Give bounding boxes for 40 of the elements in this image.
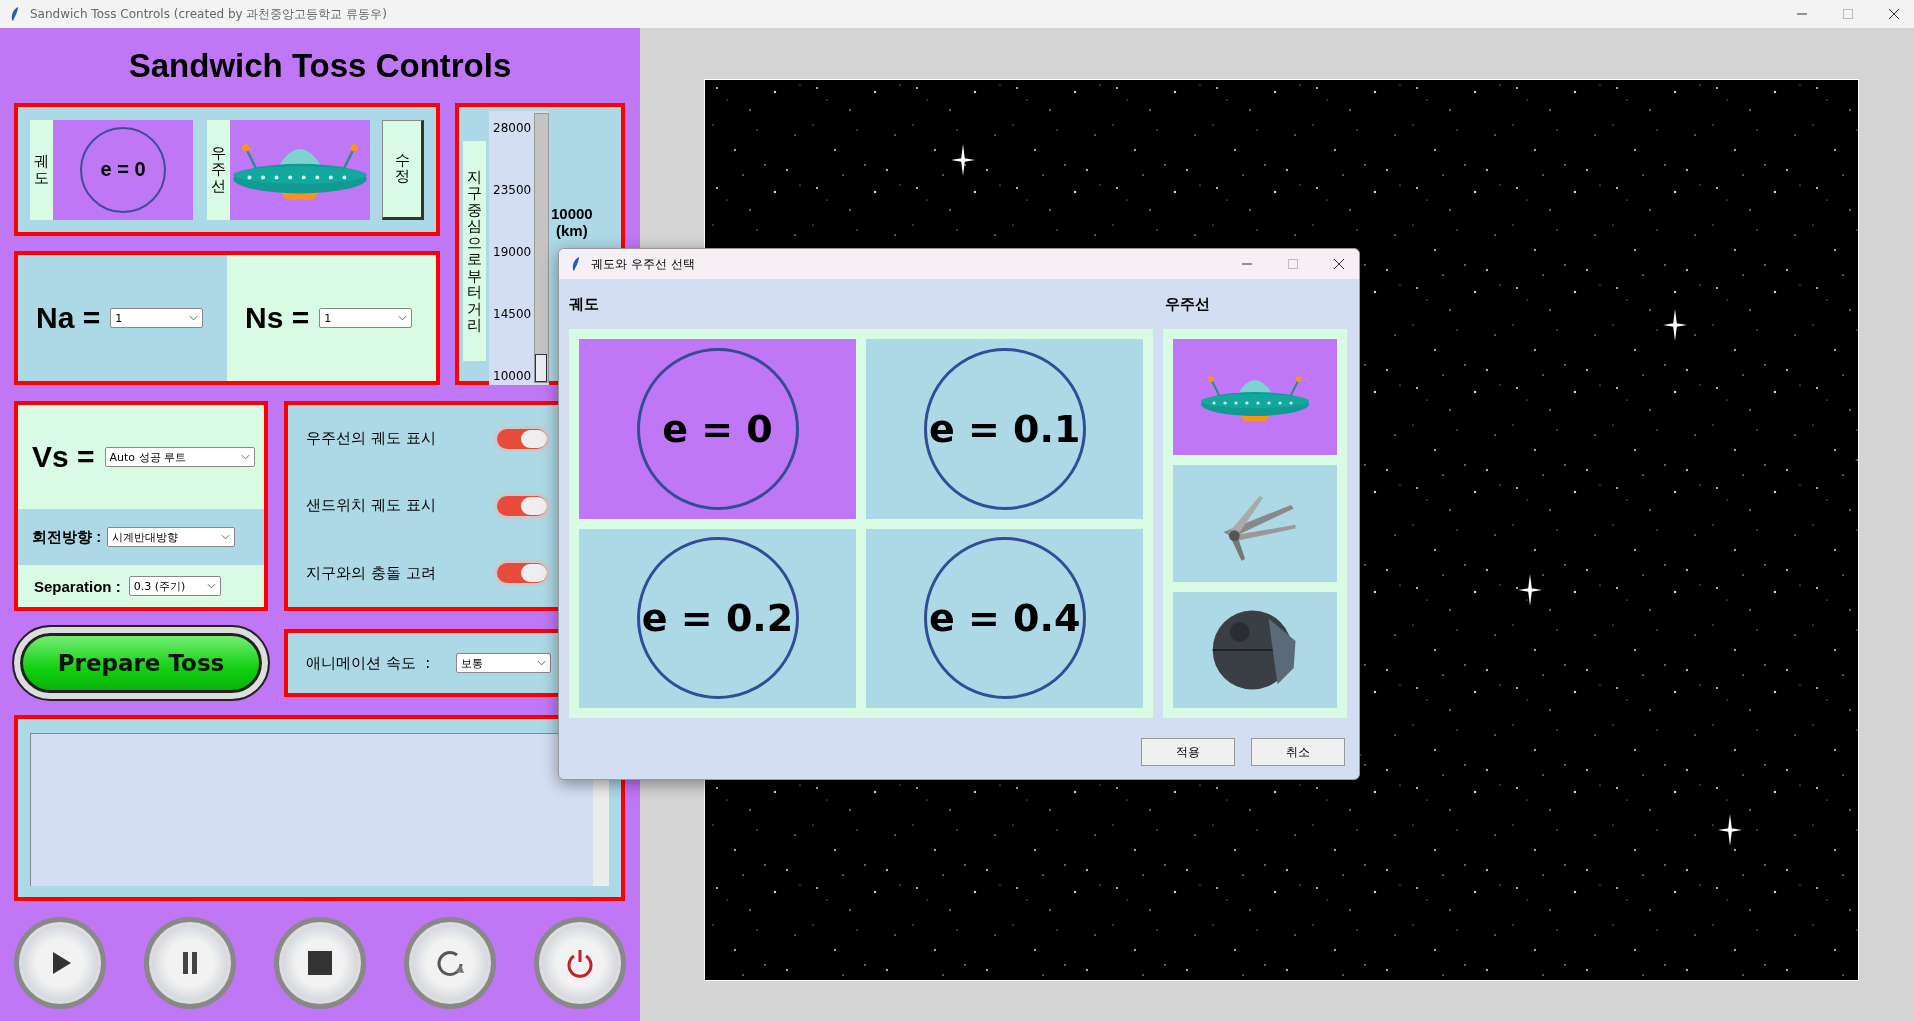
distance-unit: (km) <box>556 222 588 239</box>
ship-heading: 우주선 <box>1165 294 1210 314</box>
prepare-button[interactable]: Prepare Toss <box>14 627 268 699</box>
orbit-option[interactable]: e = 0.4 <box>866 528 1144 708</box>
speed-label: 애니메이션 속도 : <box>306 653 432 673</box>
tick-label: 23500 <box>493 183 532 197</box>
orbit-label: 궤도 <box>30 119 53 220</box>
separation-label: Separation : <box>34 577 121 595</box>
count-label: Ns = <box>245 301 310 335</box>
rotation-label: 회전방향 : <box>32 527 102 547</box>
tick-label: 28000 <box>493 121 532 135</box>
tick-label: 19000 <box>493 245 532 259</box>
dialog-button[interactable]: 취소 <box>1251 738 1345 766</box>
panel-heading: Sandwich Toss Controls <box>127 45 513 86</box>
toggle-label: 우주선의 궤도 표시 <box>306 429 437 449</box>
dropdown[interactable]: 1 <box>110 308 204 328</box>
orbit-option[interactable]: e = 0 <box>579 339 857 519</box>
dropdown[interactable]: 0.3 (주기) <box>128 576 221 596</box>
orbit-option[interactable]: e = 0.2 <box>579 528 857 708</box>
distance-label: 지구중심으로부터 거리 <box>463 141 486 361</box>
distance-slider[interactable]: 28000 23500 19000 14500 10000 <box>489 111 549 385</box>
orbit-option[interactable]: e = 0.1 <box>866 339 1144 519</box>
tick-label: 10000 <box>493 369 532 383</box>
dropdown[interactable]: Auto 성공 루트 <box>104 447 255 467</box>
dialog-button[interactable]: 적용 <box>1141 738 1235 766</box>
distance-value: 10000 <box>551 205 593 222</box>
dropdown[interactable]: 시계반대방향 <box>107 527 236 547</box>
edit-button[interactable]: 수정 <box>382 119 424 220</box>
velocity-label: Vs = <box>32 440 95 474</box>
ship-label: 우주선 <box>207 119 230 220</box>
window-title: Sandwich Toss Controls (created by 과천중앙고등학교 류동우) <box>30 5 387 23</box>
toggle-label: 지구와의 충돌 고려 <box>306 563 437 583</box>
orbit-heading: 궤도 <box>569 294 599 314</box>
tick-label: 14500 <box>493 307 532 321</box>
dialog-title: 궤도와 우주선 선택 <box>591 255 695 273</box>
toggle-label: 샌드위치 궤도 표시 <box>306 496 437 516</box>
count-label: Na = <box>36 301 101 335</box>
dropdown[interactable]: 보통 <box>456 653 551 673</box>
orbit-preview: e = 0 <box>53 119 193 220</box>
dropdown[interactable]: 1 <box>319 308 413 328</box>
